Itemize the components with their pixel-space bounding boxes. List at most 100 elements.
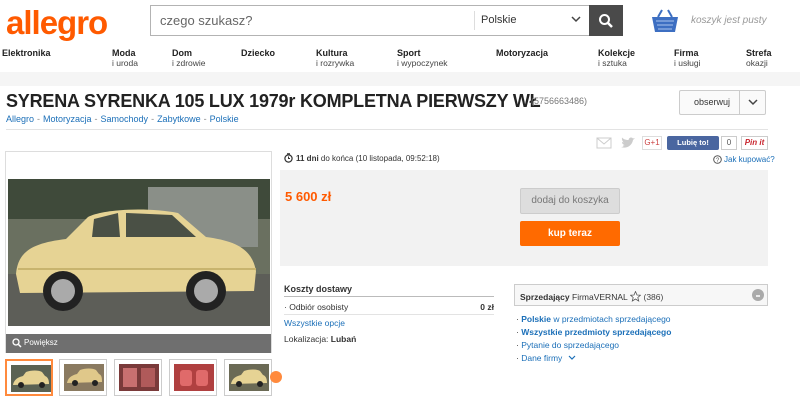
category-label: Moda: [112, 48, 136, 58]
category-sublabel: i uroda: [112, 58, 138, 68]
category-label: Firma: [674, 48, 699, 58]
category-sport[interactable]: Sport i wypoczynek: [397, 48, 448, 68]
watch-separator: [739, 91, 740, 114]
breadcrumb: Allegro - Motoryzacja - Samochody - Zabytkowe -…: [6, 114, 239, 124]
main-photo[interactable]: [8, 179, 270, 326]
category-label: Sport: [397, 48, 421, 58]
category-nav: Elektronika Moda i uroda Dom i zdrowie Dzi…: [0, 45, 800, 73]
next-thumbnails-button[interactable]: [270, 371, 282, 383]
time-remaining: 11 dni do końca (10 listopada, 09:52:18): [284, 153, 440, 163]
category-sublabel: i rozrywka: [316, 58, 355, 68]
gplus-button[interactable]: G+1: [642, 136, 662, 150]
zoom-label: Powiększ: [24, 338, 58, 347]
divider: [284, 314, 494, 315]
divider: [6, 129, 768, 130]
seller-box: Sprzedający FirmaVERNAL (386): [514, 284, 768, 306]
shipping-method: Odbiór osobisty: [289, 302, 349, 312]
seller-name[interactable]: FirmaVERNAL: [572, 292, 628, 302]
seller-all-items-link[interactable]: · Wszystkie przedmioty sprzedającego: [516, 327, 671, 337]
category-label: Dom: [172, 48, 192, 58]
watch-label: obserwuj: [694, 97, 731, 107]
location-value: Lubań: [330, 334, 357, 344]
search-box: Polskie: [150, 5, 623, 36]
seller-info: Sprzedający FirmaVERNAL (386): [520, 290, 663, 302]
thumbnail[interactable]: [169, 359, 217, 396]
time-remaining-detail: do końca (10 listopada, 09:52:18): [318, 154, 440, 163]
clock-icon: [284, 153, 293, 163]
category-automotive[interactable]: Motoryzacja: [496, 48, 548, 58]
search-input[interactable]: [151, 6, 473, 35]
email-icon[interactable]: [596, 136, 612, 150]
add-to-cart-button[interactable]: dodaj do koszyka: [520, 188, 620, 214]
breadcrumb-item[interactable]: Allegro: [6, 114, 34, 124]
collapse-icon[interactable]: [752, 289, 764, 301]
allegro-logo[interactable]: allegro: [6, 4, 108, 42]
thumbnail[interactable]: [5, 359, 53, 396]
location: Lokalizacja: Lubań: [284, 334, 356, 344]
chevron-down-icon[interactable]: [747, 97, 759, 107]
thumbnail[interactable]: [224, 359, 272, 396]
shipping-title: Koszty dostawy: [284, 284, 353, 294]
seller-all-items-label: Wszystkie przedmioty sprzedającego: [521, 327, 672, 337]
seller-category-link[interactable]: · Polskie w przedmiotach sprzedającego: [516, 314, 671, 324]
category-label: Dziecko: [241, 48, 276, 58]
pinterest-button[interactable]: Pin it: [741, 136, 768, 150]
seller-rating-count[interactable]: (386): [643, 292, 663, 302]
category-label: Elektronika: [2, 48, 51, 58]
category-collections[interactable]: Kolekcje i sztuka: [598, 48, 635, 68]
time-remaining-days: 11 dni: [296, 154, 319, 163]
location-label: Lokalizacja:: [284, 334, 329, 344]
category-label: Motoryzacja: [496, 48, 549, 58]
divider: [284, 296, 494, 297]
all-shipping-options-link[interactable]: Wszystkie opcje: [284, 318, 345, 328]
shipping-row: · Odbiór osobisty 0 zł: [284, 302, 494, 312]
category-sublabel: i sztuka: [598, 58, 627, 68]
category-label: Kolekcje: [598, 48, 636, 58]
breadcrumb-item[interactable]: Zabytkowe: [157, 114, 201, 124]
category-sublabel: i usługi: [674, 58, 701, 68]
chevron-down-icon[interactable]: [570, 12, 582, 26]
shipping-cost: 0 zł: [480, 302, 494, 312]
category-label: Strefa: [746, 48, 772, 58]
star-icon: [629, 290, 642, 302]
how-to-buy-link[interactable]: ? Jak kupować?: [713, 155, 775, 164]
basket-icon[interactable]: [650, 8, 680, 34]
ask-seller-link[interactable]: · Pytanie do sprzedającego: [516, 340, 619, 350]
price: 5 600 zł: [285, 189, 332, 204]
cart-status[interactable]: koszyk jest pusty: [691, 15, 767, 26]
category-deals[interactable]: Strefa okazji: [746, 48, 772, 68]
chevron-icon: [756, 295, 760, 297]
seller-category-rest: w przedmiotach sprzedającego: [550, 314, 671, 324]
search-button[interactable]: [589, 5, 623, 36]
category-culture[interactable]: Kultura i rozrywka: [316, 48, 354, 68]
thumbnail[interactable]: [59, 359, 107, 396]
facebook-like-button[interactable]: Lubię to!: [667, 136, 719, 150]
category-electronics[interactable]: Elektronika: [2, 48, 51, 58]
search-icon: [599, 13, 613, 28]
breadcrumb-item[interactable]: Polskie: [210, 114, 239, 124]
category-label: Kultura: [316, 48, 348, 58]
category-sublabel: okazji: [746, 58, 768, 68]
breadcrumb-item[interactable]: Samochody: [101, 114, 149, 124]
watch-button[interactable]: obserwuj: [679, 90, 766, 115]
search-divider: [474, 11, 475, 30]
breadcrumb-item[interactable]: Motoryzacja: [43, 114, 92, 124]
zoom-icon: [12, 338, 22, 348]
buy-now-button[interactable]: kup teraz: [520, 221, 620, 246]
like-count: 0: [721, 136, 737, 150]
search-category-select[interactable]: Polskie: [481, 14, 516, 26]
category-fashion[interactable]: Moda i uroda: [112, 48, 138, 68]
company-data-link[interactable]: · Dane firmy: [516, 353, 576, 363]
nav-divider-band: [0, 72, 800, 86]
photo-gallery: Powiększ: [5, 151, 272, 353]
category-sublabel: i zdrowie: [172, 58, 206, 68]
how-to-buy-label: Jak kupować?: [724, 155, 775, 164]
category-home[interactable]: Dom i zdrowie: [172, 48, 206, 68]
category-business[interactable]: Firma i usługi: [674, 48, 700, 68]
zoom-bar[interactable]: Powiększ: [6, 334, 271, 353]
category-child[interactable]: Dziecko: [241, 48, 275, 58]
ask-seller-label: Pytanie do sprzedającego: [521, 340, 620, 350]
offer-title: SYRENA SYRENKA 105 LUX 1979r KOMPLETNA P…: [6, 91, 541, 111]
twitter-icon[interactable]: [620, 136, 636, 150]
thumbnail[interactable]: [114, 359, 162, 396]
